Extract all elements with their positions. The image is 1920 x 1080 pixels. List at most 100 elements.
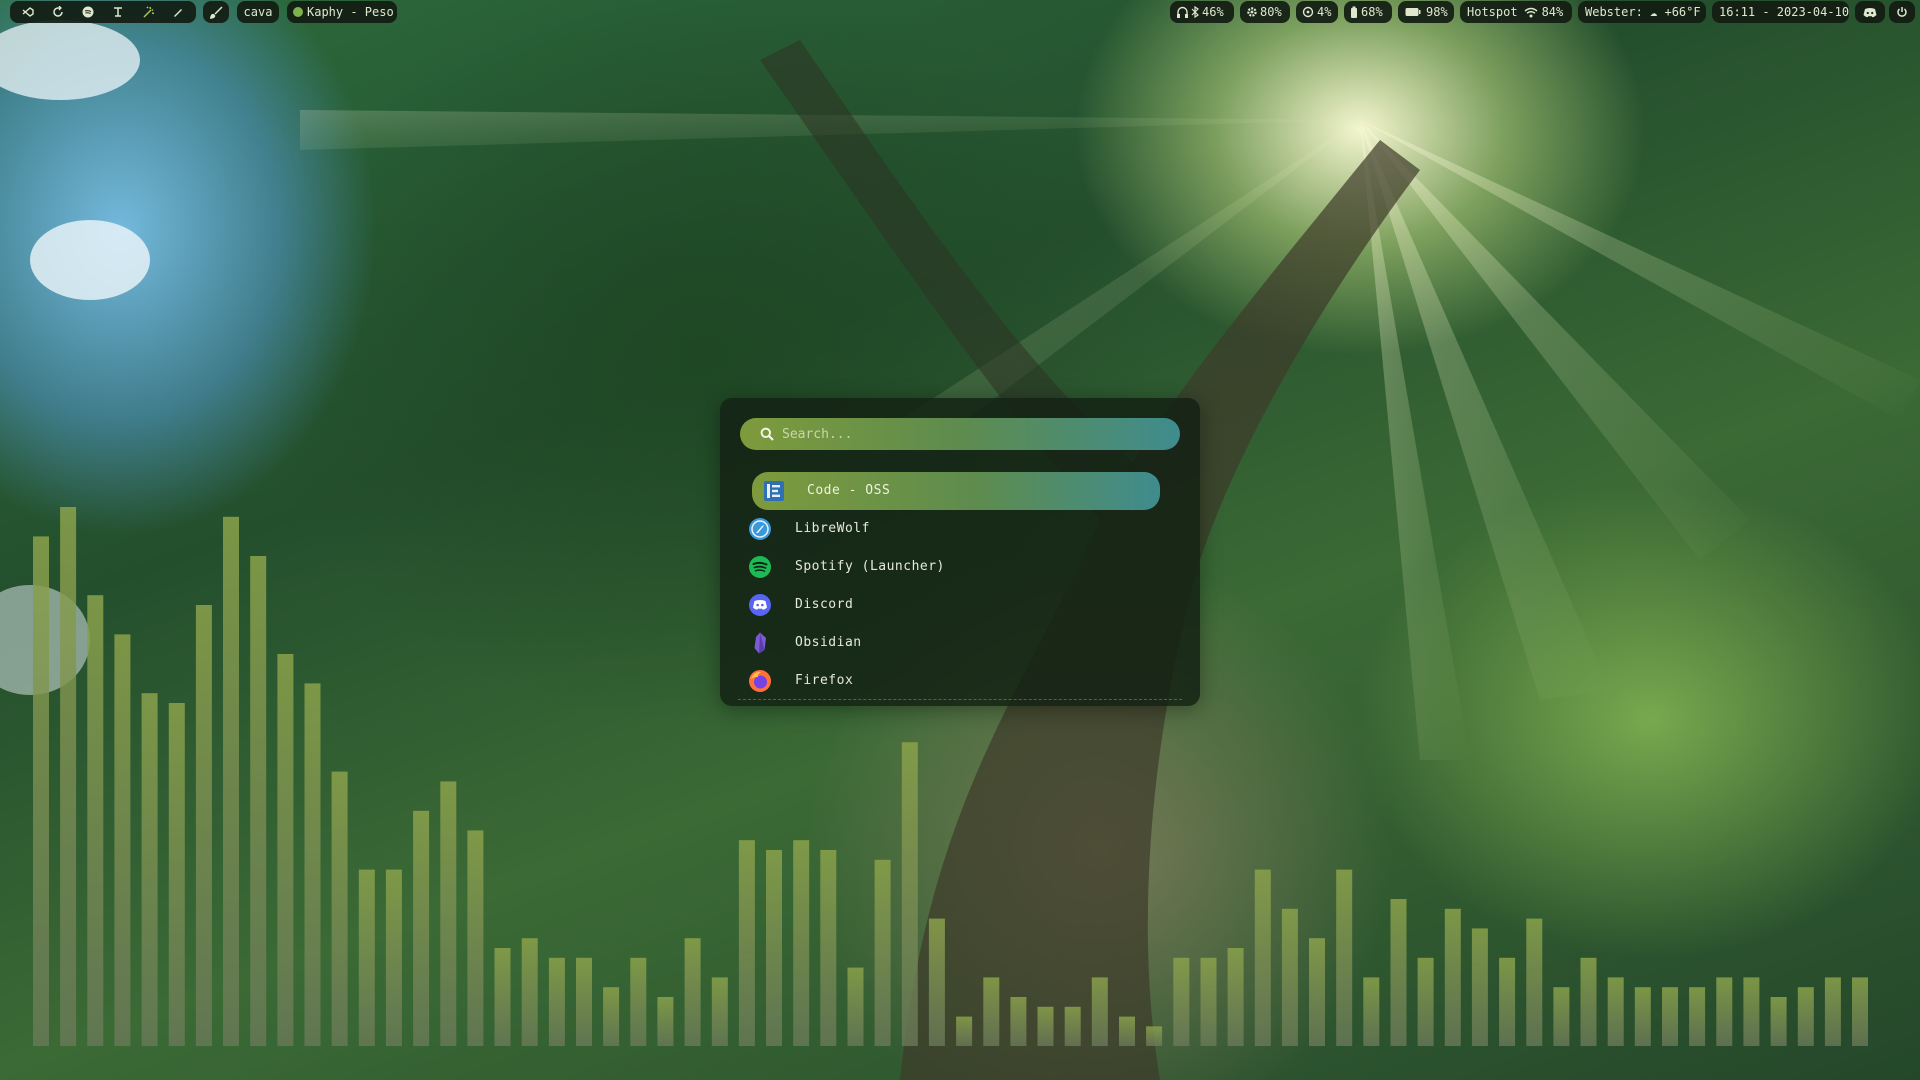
visualizer-bar: [1553, 987, 1570, 1046]
app-item-obsidian[interactable]: Obsidian: [720, 624, 1200, 662]
workspace-spotify[interactable]: [73, 1, 103, 23]
brush-pill[interactable]: [203, 1, 229, 23]
visualizer-bar: [1417, 957, 1434, 1046]
visualizer-bar: [1662, 987, 1678, 1046]
power-icon: [1897, 7, 1907, 17]
app-launcher: Code - OSS LibreWolf Spotify (Launcher): [720, 398, 1200, 706]
workspaces-pill: [10, 1, 196, 23]
visualizer-bar: [413, 810, 430, 1046]
cpu-status[interactable]: 80%: [1240, 1, 1290, 23]
discord-icon: [1863, 7, 1877, 17]
app-item-librewolf[interactable]: LibreWolf: [720, 510, 1200, 548]
battery-value: 98%: [1426, 5, 1448, 19]
visualizer-bar: [440, 781, 457, 1046]
clock[interactable]: 16:11 - 2023-04-10: [1712, 1, 1849, 23]
power-button[interactable]: [1889, 1, 1915, 23]
visualizer-bar: [1037, 1006, 1054, 1046]
now-playing[interactable]: Kaphy - Peso: [287, 1, 397, 23]
visualizer-bar: [738, 840, 755, 1046]
search-input[interactable]: [782, 426, 1162, 442]
discord-icon: [749, 594, 771, 616]
visualizer-bar: [33, 536, 49, 1046]
visualizer-bar: [168, 703, 185, 1046]
visualizer-bar: [1526, 918, 1543, 1046]
vscode-icon: [22, 7, 34, 17]
weather-status[interactable]: Webster: ☁ +66°F: [1578, 1, 1706, 23]
network-status[interactable]: Hotspot 84%: [1460, 1, 1572, 23]
visualizer-bar: [1363, 977, 1380, 1046]
cpu-value: 80%: [1260, 5, 1282, 19]
disk-value: 4%: [1317, 5, 1332, 19]
visualizer-bar: [87, 595, 104, 1046]
visualizer-bar: [1119, 1016, 1135, 1046]
visualizer-bar: [60, 507, 77, 1046]
app-item-code-oss[interactable]: Code - OSS: [752, 472, 1160, 510]
workspace-pen[interactable]: [163, 1, 193, 23]
clock-text: 16:11 - 2023-04-10: [1719, 5, 1850, 19]
search-bar[interactable]: [740, 418, 1180, 450]
app-label: Spotify (Launcher): [795, 559, 945, 574]
spotify-icon: [82, 6, 94, 18]
visualizer-bar: [901, 742, 918, 1046]
disk-icon: [1302, 6, 1314, 18]
weather-text: Webster: ☁ +66°F: [1585, 5, 1701, 19]
visualizer-bar: [1689, 987, 1706, 1046]
visualizer-bar: [195, 605, 212, 1046]
visualizer-bar: [576, 957, 592, 1046]
top-bar: cava Kaphy - Peso 46% 80% 4% 68% 98% Hot…: [0, 0, 1920, 24]
app-label: Obsidian: [795, 635, 862, 650]
cava-text: cava: [243, 5, 273, 19]
app-label: LibreWolf: [795, 521, 870, 536]
visualizer-bar: [766, 850, 782, 1046]
app-label: Code - OSS: [807, 483, 891, 498]
search-icon: [760, 427, 774, 441]
visualizer-bar: [1797, 987, 1814, 1046]
visualizer-bar: [630, 957, 647, 1046]
visualizer-bar: [820, 850, 837, 1046]
device-battery-status[interactable]: 68%: [1344, 1, 1392, 23]
visualizer-bar: [385, 869, 402, 1046]
headphones-value: 46%: [1202, 5, 1224, 19]
visualizer-bar: [304, 683, 321, 1046]
network-name: Hotspot: [1467, 5, 1518, 19]
visualizer-bar: [521, 938, 538, 1046]
visualizer-bar: [793, 840, 810, 1046]
visualizer-bar: [1309, 938, 1325, 1046]
app-item-spotify[interactable]: Spotify (Launcher): [720, 548, 1200, 586]
workspace-refresh[interactable]: [43, 1, 73, 23]
visualizer-bar: [1227, 948, 1244, 1046]
wifi-icon: [1524, 7, 1538, 17]
obsidian-icon: [754, 632, 766, 654]
visualizer-bar: [1336, 869, 1353, 1046]
device-battery-value: 68%: [1361, 5, 1383, 19]
visualizer-bar: [1390, 899, 1407, 1046]
headphones-icon: [1177, 6, 1188, 18]
disk-status[interactable]: 4%: [1296, 1, 1338, 23]
visualizer-bar: [1716, 977, 1733, 1046]
app-item-firefox[interactable]: Firefox: [720, 662, 1200, 700]
visualizer-bar: [331, 771, 348, 1046]
cava-label[interactable]: cava: [237, 1, 279, 23]
brush-icon: [209, 5, 223, 19]
visualizer-bar: [548, 957, 565, 1046]
app-label: Discord: [795, 597, 854, 612]
bluetooth-icon: [1191, 6, 1199, 18]
discord-tray[interactable]: [1855, 1, 1885, 23]
visualizer-bar: [1743, 977, 1760, 1046]
battery-status[interactable]: 98%: [1398, 1, 1454, 23]
refresh-icon: [53, 6, 63, 17]
wifi-value: 84%: [1541, 5, 1564, 19]
app-item-discord[interactable]: Discord: [720, 586, 1200, 624]
visualizer-bar: [467, 830, 484, 1046]
workspace-wand[interactable]: [133, 1, 163, 23]
visualizer-bar: [983, 977, 1000, 1046]
visualizer-bar: [1471, 928, 1488, 1046]
headphones-status[interactable]: 46%: [1170, 1, 1234, 23]
battery-icon: [1405, 8, 1421, 16]
visualizer-bar: [494, 948, 511, 1046]
gear-icon: [1247, 7, 1257, 17]
visualizer-bar: [1146, 1026, 1163, 1046]
workspace-vscode[interactable]: [13, 1, 43, 23]
visualizer-bar: [1064, 1006, 1081, 1046]
workspace-pin[interactable]: [103, 1, 133, 23]
